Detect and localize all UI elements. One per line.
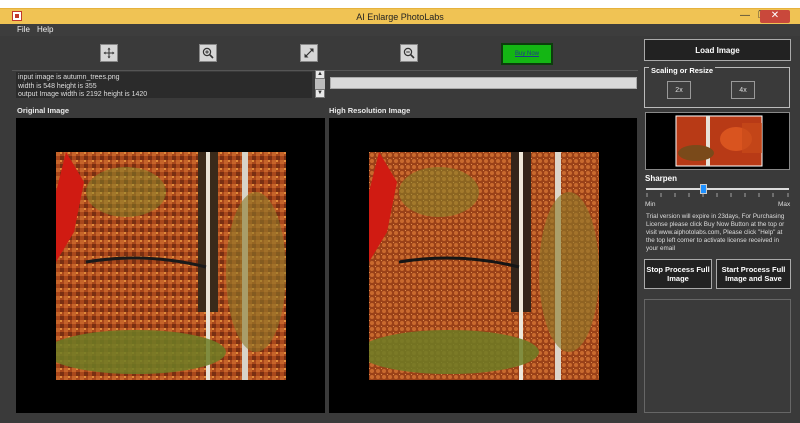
move-icon: [103, 47, 115, 59]
load-image-button[interactable]: Load Image: [644, 39, 791, 61]
scaling-group: Scaling or Resize 2x 4x: [644, 66, 790, 108]
scaling-title: Scaling or Resize: [649, 66, 716, 75]
slider-ticks: [646, 193, 789, 197]
scroll-up-arrow-icon[interactable]: ▲: [315, 70, 325, 79]
move-tool-button[interactable]: [100, 44, 118, 62]
menu-file[interactable]: File: [17, 25, 30, 34]
info-line: width is 548 height is 355: [18, 82, 97, 90]
original-image: [56, 152, 286, 380]
menu-bar: File Help: [0, 24, 800, 36]
scale-2x-button[interactable]: 2x: [667, 81, 691, 99]
navigator-thumbnail[interactable]: [645, 112, 790, 170]
slider-max-label: Max: [778, 201, 791, 208]
scroll-down-arrow-icon[interactable]: ▼: [315, 89, 325, 98]
zoom-in-icon: [202, 47, 214, 59]
minimize-button[interactable]: —: [740, 10, 750, 22]
expand-icon: [304, 48, 314, 58]
zoom-out-button[interactable]: [400, 44, 418, 62]
zoom-in-button[interactable]: [199, 44, 217, 62]
original-image-panel[interactable]: [16, 118, 325, 413]
image-info-box: input image is autumn_trees.png width is…: [16, 72, 312, 98]
info-line: output Image width is 2192 height is 142…: [18, 91, 148, 98]
buy-now-button[interactable]: Buy Now: [501, 43, 553, 65]
start-process-button[interactable]: Start Process Full Image and Save: [716, 259, 791, 289]
trial-message: Trial version will expire in 23days, For…: [646, 213, 785, 252]
status-bar: [0, 413, 800, 423]
progress-bar: [330, 77, 637, 89]
top-strip: [0, 0, 800, 8]
window-title: AI Enlarge PhotoLabs: [356, 12, 444, 22]
slider-min-label: Min: [645, 201, 656, 208]
menu-help[interactable]: Help: [37, 25, 53, 34]
info-line: input image is autumn_trees.png: [18, 74, 120, 81]
scale-4x-button[interactable]: 4x: [731, 81, 755, 99]
zoom-out-icon: [403, 47, 415, 59]
fit-view-button[interactable]: [300, 44, 318, 62]
high-res-image-label: High Resolution Image: [329, 106, 411, 115]
thumbnail-image: [675, 115, 763, 167]
sharpen-label: Sharpen: [645, 174, 678, 183]
original-image-label: Original Image: [17, 106, 70, 115]
high-res-image-panel[interactable]: [329, 118, 637, 413]
info-scrollbar[interactable]: ▲ ▼: [315, 70, 325, 98]
empty-side-panel: [644, 299, 791, 413]
sharpen-slider-track[interactable]: [646, 188, 789, 190]
title-bar: AI Enlarge PhotoLabs — ❐ ✕: [0, 8, 800, 24]
close-button[interactable]: ✕: [760, 10, 790, 23]
high-res-image: [369, 152, 599, 380]
stop-process-button[interactable]: Stop Process Full Image: [644, 259, 712, 289]
